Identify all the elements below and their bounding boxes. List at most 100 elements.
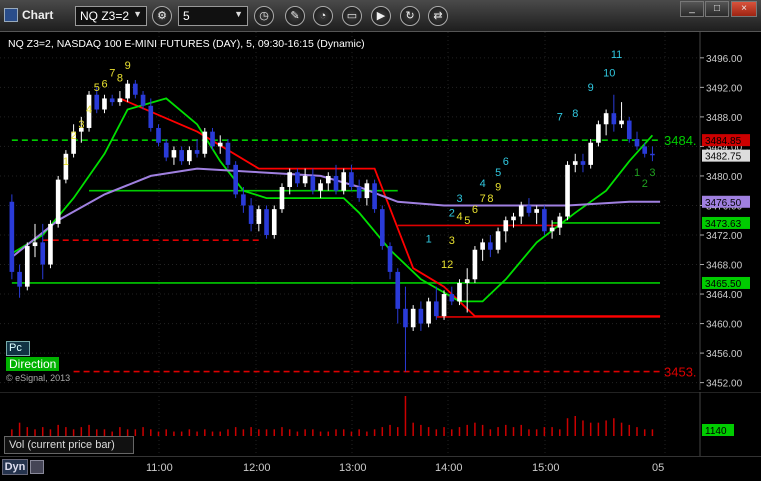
volume-bar (72, 429, 75, 436)
sequence-count-label: 6 (472, 204, 478, 216)
price-chart[interactable]: 3484.3453. 12345 67 891234561234 567 897 8910… (0, 32, 761, 390)
candle-body (156, 127, 161, 143)
volume-bar (126, 429, 129, 436)
candle-body (271, 209, 277, 235)
clock-icon[interactable]: ◷ (254, 6, 274, 26)
price-tick-label: 3452.00 (706, 379, 743, 390)
candle-body (449, 294, 455, 302)
volume-bar (458, 427, 461, 436)
layout-icon[interactable] (30, 460, 44, 474)
candle-body (464, 279, 470, 283)
price-tick-label: 3496.00 (706, 54, 743, 65)
candle-body (480, 242, 485, 250)
candle-body (372, 183, 377, 210)
candle-body (596, 124, 601, 143)
play-icon[interactable]: ▶ (371, 6, 391, 26)
candle-body (302, 175, 308, 184)
volume-bar (643, 429, 646, 436)
candle-body (55, 179, 61, 224)
volume-bar (134, 429, 137, 436)
volume-bar (481, 424, 484, 436)
symbol-value: NQ Z3=2 (80, 9, 130, 23)
window-title: Chart (22, 8, 54, 22)
settings-gear-icon[interactable]: ⚙ (152, 6, 172, 26)
candle-body (310, 175, 316, 191)
sequence-count-label: 3 (78, 119, 84, 131)
volume-bar (26, 427, 29, 436)
speedometer-icon[interactable]: ◔ (313, 6, 333, 26)
volume-bar (250, 427, 252, 436)
sel-icon[interactable]: ▭ (342, 6, 362, 26)
volume-bar (389, 424, 391, 436)
volume-bar (358, 429, 360, 436)
sequence-count-label: 7 (480, 193, 486, 205)
pencil-icon[interactable]: ✎ (285, 6, 305, 26)
link-icon[interactable]: ⇄ (428, 6, 448, 26)
volume-bar (288, 429, 291, 436)
candle-body (24, 246, 30, 287)
volume-bar (173, 431, 175, 436)
candle-body (379, 209, 385, 247)
interval-selector[interactable]: 5 ▼ (178, 6, 248, 26)
volume-bar (512, 427, 515, 436)
refresh-icon[interactable]: ↻ (400, 6, 420, 26)
volume-bar (196, 431, 198, 436)
candle-body (179, 150, 184, 162)
candle-body (488, 242, 493, 250)
sequence-count-label: 5 (94, 82, 100, 94)
candle-body (410, 308, 416, 328)
candle-body (202, 131, 208, 154)
volume-bar (34, 429, 36, 436)
candle-body (572, 161, 578, 165)
price-tick-label: 3480.00 (706, 172, 743, 183)
sequence-count-label: 6 (503, 156, 509, 168)
symbol-selector[interactable]: NQ Z3=2 ▼ (75, 6, 147, 26)
volume-bar (535, 429, 538, 436)
candle-body (642, 146, 648, 154)
candle-body (650, 153, 655, 156)
close-button[interactable]: × (731, 1, 757, 17)
price-tag-label: 3473.63 (705, 219, 742, 230)
chevron-down-icon[interactable]: ▼ (133, 9, 142, 19)
candle-body (264, 209, 269, 235)
minimize-button[interactable]: _ (680, 1, 704, 17)
sequence-count-label: 3 (649, 167, 655, 179)
volume-bar (96, 429, 98, 436)
candle-body (318, 183, 323, 191)
candle-body (395, 271, 401, 309)
dyn-button[interactable]: Dyn (2, 459, 28, 475)
maximize-button[interactable]: □ (705, 1, 729, 17)
candle-body (241, 194, 246, 206)
volume-bar (466, 424, 468, 436)
direction-study-label[interactable]: Direction (6, 357, 60, 371)
volume-bar (443, 427, 445, 436)
sequence-count-label: 4 (86, 104, 92, 116)
candle-body (387, 246, 393, 272)
time-tick-label: 12:00 (243, 462, 271, 474)
chevron-down-icon[interactable]: ▼ (234, 9, 243, 19)
candle-body (611, 113, 617, 125)
sequence-count-label: 3 (456, 193, 462, 205)
instrument-description: NQ Z3=2, NASDAQ 100 E-MINI FUTURES (DAY)… (8, 38, 365, 50)
pc-study-badge[interactable]: Pc (6, 341, 30, 356)
candle-body (233, 164, 238, 195)
volume-bar (312, 429, 314, 436)
copyright-label: © eSignal, 2013 (6, 373, 71, 383)
price-level-label: 3453. (664, 365, 697, 380)
sequence-count-label: 4 (456, 211, 462, 223)
volume-bar (242, 429, 245, 436)
volume-bar (597, 422, 600, 436)
time-tick-label: 15:00 (532, 462, 560, 474)
candle-body (217, 142, 223, 147)
volume-bar (396, 427, 399, 436)
candle-body (341, 172, 347, 191)
price-tick-label: 3464.00 (706, 290, 743, 301)
volume-bar (188, 429, 191, 436)
volume-study-label[interactable]: Vol (current price bar) (4, 436, 134, 454)
candle-body (565, 164, 570, 217)
green_ma-line (11, 97, 654, 303)
volume-bar (142, 427, 144, 436)
candle-body (117, 98, 123, 103)
time-tick-label: 11:00 (146, 462, 173, 474)
volume-bar (157, 431, 160, 436)
